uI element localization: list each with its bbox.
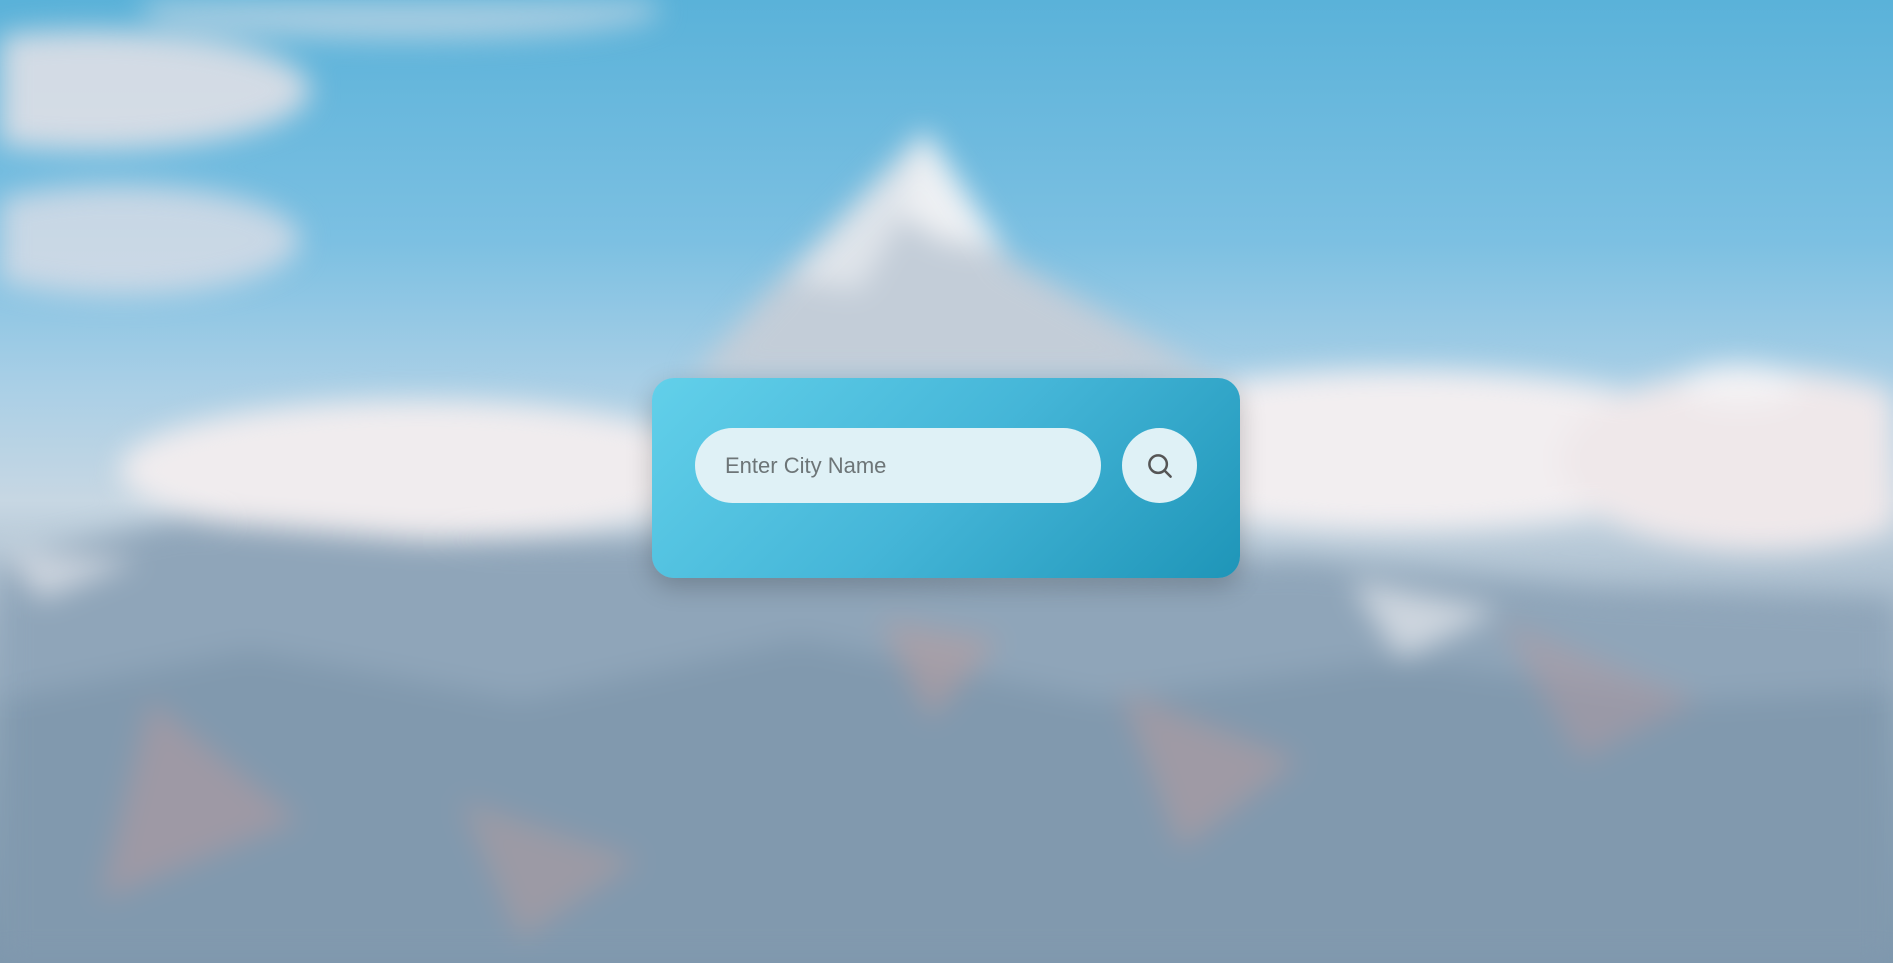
- search-button[interactable]: [1122, 428, 1197, 503]
- search-bar: [695, 428, 1197, 503]
- search-icon: [1147, 453, 1172, 478]
- weather-search-card: [652, 378, 1240, 578]
- city-search-input[interactable]: [695, 428, 1101, 503]
